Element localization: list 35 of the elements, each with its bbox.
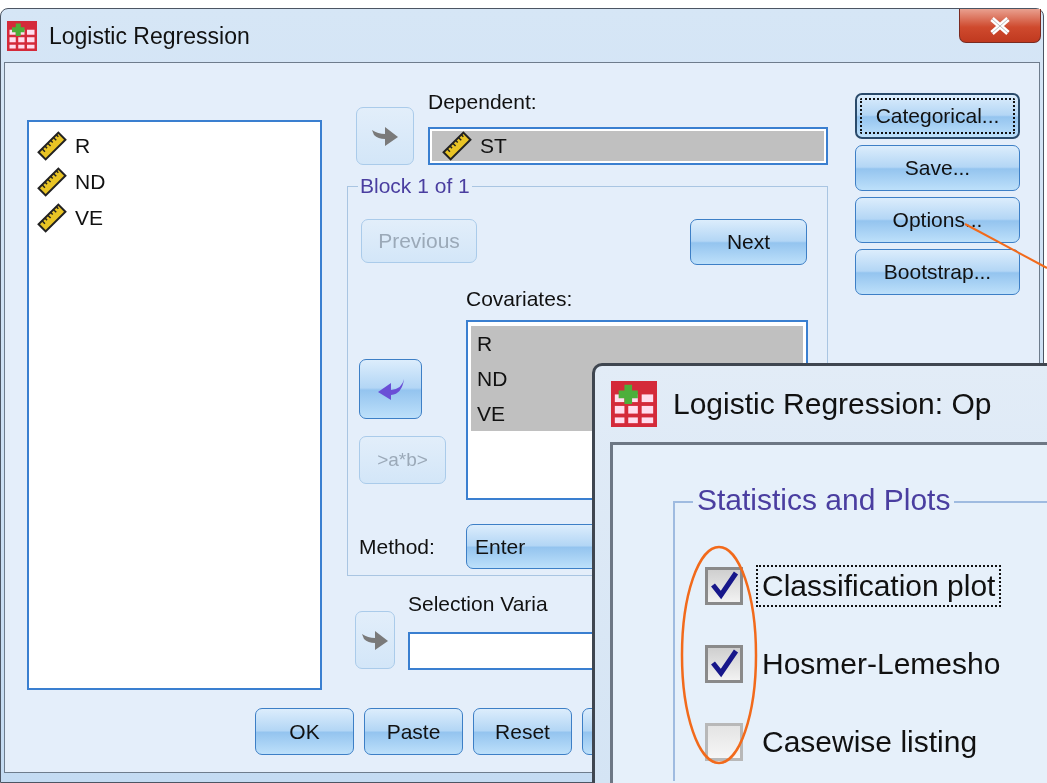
close-icon (989, 16, 1011, 35)
dependent-field[interactable]: ST (428, 127, 828, 165)
spreadsheet-icon (611, 381, 657, 427)
selection-variable-label: Selection Varia (408, 592, 549, 616)
arrow-button[interactable] (359, 359, 422, 419)
checkmark-icon (709, 649, 739, 679)
checkmark-icon (709, 571, 739, 601)
dialog-button[interactable]: Reset (473, 708, 572, 755)
variable-item[interactable]: ND (75, 170, 106, 194)
dialog-button[interactable]: Bootstrap... (855, 249, 1020, 295)
method-label: Method: (359, 534, 436, 559)
right-arrow-icon (370, 124, 400, 148)
dependent-value: ST (480, 134, 507, 158)
spreadsheet-icon (7, 21, 37, 51)
dialog-button[interactable]: Paste (364, 708, 463, 755)
checkbox[interactable] (705, 723, 743, 761)
dependent-label: Dependent: (428, 90, 538, 114)
checkbox-label[interactable]: Hosmer-Lemesho (758, 645, 1005, 683)
checkbox-label[interactable]: Casewise listing (758, 723, 982, 761)
variable-list[interactable]: R ND VE (27, 120, 322, 690)
dialog-button[interactable]: Categorical... (855, 93, 1020, 139)
covariate-item[interactable]: R (471, 326, 803, 361)
next-button[interactable]: Next (690, 219, 807, 265)
variable-item[interactable]: R (75, 134, 91, 158)
checkbox[interactable] (705, 567, 743, 605)
variable-item[interactable]: VE (75, 206, 103, 230)
window-title: Logistic Regression (49, 23, 250, 50)
close-button[interactable] (959, 9, 1041, 43)
checkbox-label[interactable]: Classification plot (758, 567, 1000, 605)
right-arrow-icon (360, 628, 390, 652)
dialog-button[interactable]: Options... (855, 197, 1020, 243)
checkbox[interactable] (705, 645, 743, 683)
covariates-label: Covariates: (466, 287, 573, 310)
dialog-button[interactable]: OK (255, 708, 354, 755)
dialog-button[interactable]: Save... (855, 145, 1020, 191)
